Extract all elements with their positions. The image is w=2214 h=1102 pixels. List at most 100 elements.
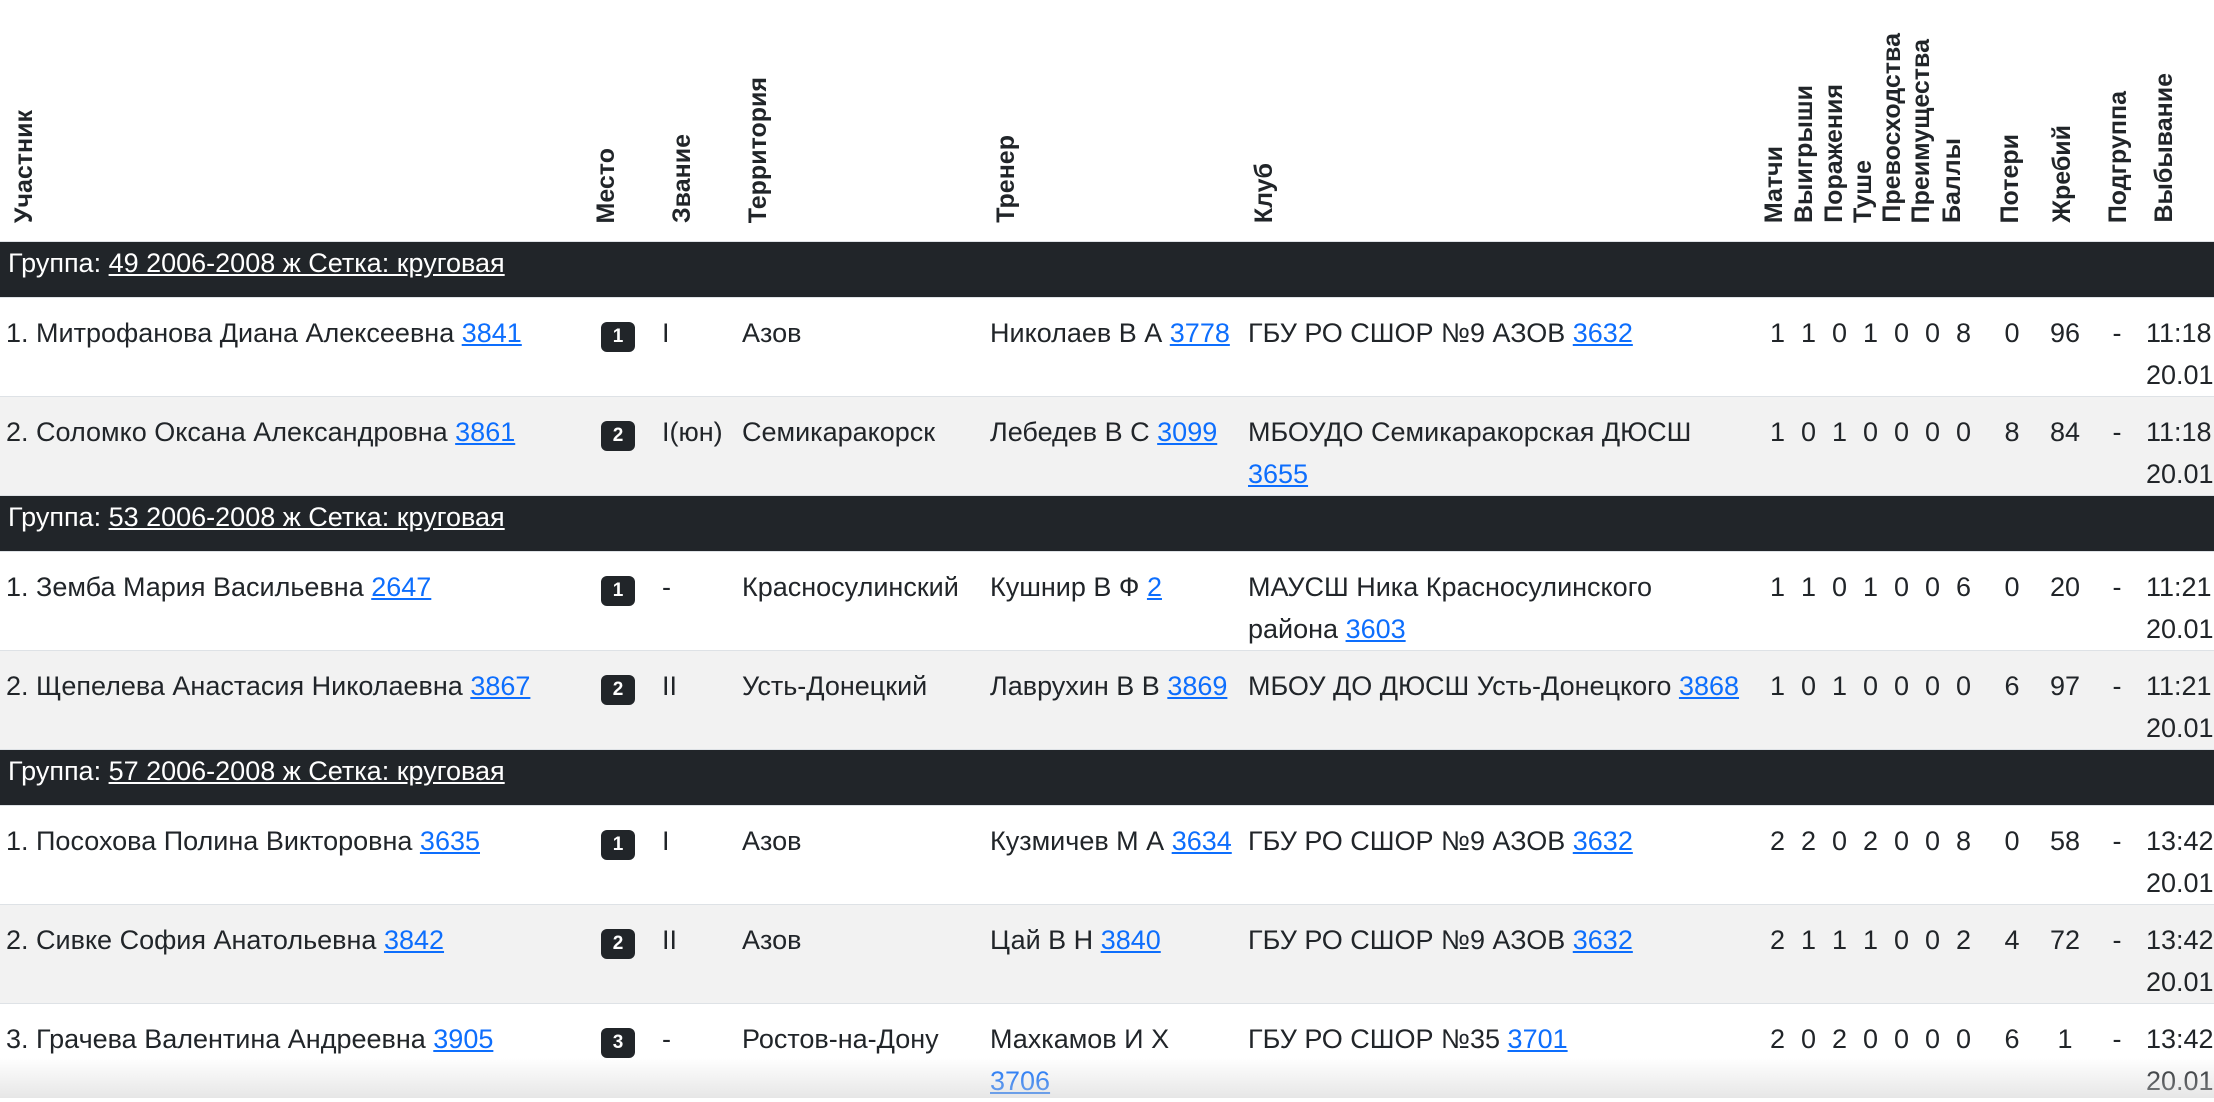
cell-participant: 2. Сивке София Анатольевна 3842 xyxy=(0,905,580,1004)
stat-value: 1 xyxy=(1762,312,1793,354)
elimination-date: 20.01 xyxy=(2146,862,2204,904)
header-participant[interactable]: Участник xyxy=(0,0,580,242)
stat-value: 0 xyxy=(1917,665,1948,707)
participant-name: 1. Посохова Полина Викторовна xyxy=(6,826,420,856)
header-subgroup[interactable]: Подгруппа xyxy=(2094,0,2140,242)
club-name: МБОУДО Семикаракорская ДЮСШ xyxy=(1248,417,1691,447)
cell-place: 1 xyxy=(580,552,656,651)
stat-value: 2 xyxy=(1948,919,1979,961)
header-matches[interactable]: Матчи xyxy=(1760,146,1789,223)
place-badge: 2 xyxy=(601,675,635,705)
participant-id-link[interactable]: 2647 xyxy=(371,572,431,602)
group-link[interactable]: 57 2006-2008 ж Сетка: круговая xyxy=(109,756,505,786)
cell-rank: I xyxy=(656,806,736,905)
cell-draw: 96 xyxy=(2036,298,2094,397)
stat-value: 1 xyxy=(1824,919,1855,961)
cell-coach: Лаврухин В В 3869 xyxy=(984,651,1242,750)
participant-id-link[interactable]: 3905 xyxy=(433,1024,493,1054)
club-id-link[interactable]: 3632 xyxy=(1573,318,1633,348)
group-label: Группа: xyxy=(8,502,109,532)
participant-name: 1. Митрофанова Диана Алексеевна xyxy=(6,318,462,348)
stat-value: 2 xyxy=(1855,820,1886,862)
cell-subgroup: - xyxy=(2094,1004,2140,1102)
club-id-link[interactable]: 3632 xyxy=(1573,925,1633,955)
club-name: ГБУ РО СШОР №9 АЗОВ xyxy=(1248,826,1573,856)
group-header-row: Группа: 57 2006-2008 ж Сетка: круговая xyxy=(0,750,2214,806)
header-row: Участник Место Звание Территория Тренер … xyxy=(0,0,2214,242)
cell-draw: 97 xyxy=(2036,651,2094,750)
header-losses[interactable]: Поражения xyxy=(1820,84,1849,223)
club-name: ГБУ РО СШОР №9 АЗОВ xyxy=(1248,925,1573,955)
header-place[interactable]: Место xyxy=(580,0,656,242)
stat-value: 0 xyxy=(1855,1018,1886,1060)
stat-value: 1 xyxy=(1762,411,1793,453)
participant-id-link[interactable]: 3841 xyxy=(462,318,522,348)
coach-id-link[interactable]: 3840 xyxy=(1101,925,1161,955)
cell-elimination: 11:1820.01 xyxy=(2140,397,2214,496)
stat-value: 0 xyxy=(1793,665,1824,707)
participant-name: 2. Щепелева Анастасия Николаевна xyxy=(6,671,470,701)
cell-elimination: 13:4220.01 xyxy=(2140,1004,2214,1102)
club-id-link[interactable]: 3632 xyxy=(1573,826,1633,856)
header-territory[interactable]: Территория xyxy=(736,0,984,242)
header-tushe[interactable]: Туше xyxy=(1849,160,1878,223)
participant-id-link[interactable]: 3842 xyxy=(384,925,444,955)
coach-id-link[interactable]: 2 xyxy=(1147,572,1162,602)
coach-id-link[interactable]: 3099 xyxy=(1157,417,1217,447)
coach-name: Махкамов И Х xyxy=(990,1024,1169,1054)
cell-losses-pts: 0 xyxy=(1988,806,2036,905)
elimination-date: 20.01 xyxy=(2146,707,2204,749)
header-superiority[interactable]: Превосходства xyxy=(1878,33,1907,223)
stat-value: 0 xyxy=(1886,820,1917,862)
cell-place: 1 xyxy=(580,298,656,397)
participant-id-link[interactable]: 3861 xyxy=(455,417,515,447)
club-id-link[interactable]: 3603 xyxy=(1346,614,1406,644)
cell-coach: Кушнир В Ф 2 xyxy=(984,552,1242,651)
stat-value: 0 xyxy=(1824,566,1855,608)
stat-value: 2 xyxy=(1793,820,1824,862)
club-id-link[interactable]: 3701 xyxy=(1508,1024,1568,1054)
group-label: Группа: xyxy=(8,756,109,786)
cell-territory: Азов xyxy=(736,806,984,905)
cell-place: 2 xyxy=(580,397,656,496)
elimination-time: 11:21 xyxy=(2146,665,2204,707)
cell-losses-pts: 4 xyxy=(1988,905,2036,1004)
results-body: Группа: 49 2006-2008 ж Сетка: круговая 1.… xyxy=(0,242,2214,1102)
table-row: 2. Щепелева Анастасия Николаевна 38672II… xyxy=(0,651,2214,750)
participant-id-link[interactable]: 3867 xyxy=(470,671,530,701)
cell-stats: 2020000 xyxy=(1750,1004,1988,1102)
stat-value: 0 xyxy=(1824,312,1855,354)
participant-id-link[interactable]: 3635 xyxy=(420,826,480,856)
header-elimination[interactable]: Выбывание xyxy=(2140,0,2214,242)
cell-club: МБОУ ДО ДЮСШ Усть-Донецкого 3868 xyxy=(1242,651,1750,750)
participant-name: 3. Грачева Валентина Андреевна xyxy=(6,1024,433,1054)
header-rank[interactable]: Звание xyxy=(656,0,736,242)
group-link[interactable]: 49 2006-2008 ж Сетка: круговая xyxy=(109,248,505,278)
coach-id-link[interactable]: 3778 xyxy=(1170,318,1230,348)
cell-draw: 84 xyxy=(2036,397,2094,496)
stat-value: 1 xyxy=(1793,566,1824,608)
table-row: 1. Посохова Полина Викторовна 36351IАзов… xyxy=(0,806,2214,905)
club-name: ГБУ РО СШОР №9 АЗОВ xyxy=(1248,318,1573,348)
stat-value: 0 xyxy=(1855,665,1886,707)
header-draw[interactable]: Жребий xyxy=(2036,0,2094,242)
stat-value: 0 xyxy=(1793,1018,1824,1060)
stat-value: 2 xyxy=(1762,919,1793,961)
coach-id-link[interactable]: 3706 xyxy=(990,1066,1050,1096)
header-advantages[interactable]: Преимущества xyxy=(1907,39,1936,223)
header-coach[interactable]: Тренер xyxy=(984,0,1242,242)
place-badge: 2 xyxy=(601,421,635,451)
club-name: МБОУ ДО ДЮСШ Усть-Донецкого xyxy=(1248,671,1679,701)
cell-losses-pts: 0 xyxy=(1988,552,2036,651)
cell-territory: Азов xyxy=(736,298,984,397)
coach-id-link[interactable]: 3634 xyxy=(1172,826,1232,856)
header-losses-pts[interactable]: Потери xyxy=(1988,0,2036,242)
group-header: Группа: 49 2006-2008 ж Сетка: круговая xyxy=(0,242,2214,298)
coach-id-link[interactable]: 3869 xyxy=(1167,671,1227,701)
header-points[interactable]: Баллы xyxy=(1938,138,1967,223)
club-id-link[interactable]: 3655 xyxy=(1248,459,1308,489)
header-club[interactable]: Клуб xyxy=(1242,0,1750,242)
club-id-link[interactable]: 3868 xyxy=(1679,671,1739,701)
group-link[interactable]: 53 2006-2008 ж Сетка: круговая xyxy=(109,502,505,532)
header-wins[interactable]: Выигрыши xyxy=(1790,85,1819,223)
